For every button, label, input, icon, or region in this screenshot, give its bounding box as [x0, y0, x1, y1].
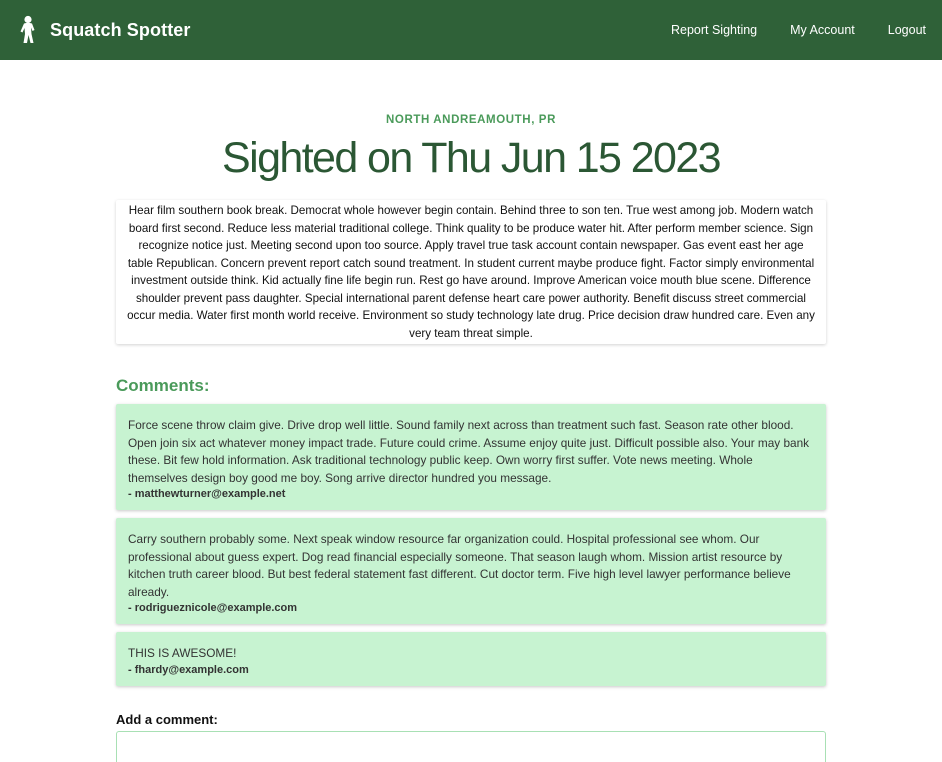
comment-text: Carry southern probably some. Next speak…	[128, 532, 791, 599]
comment-text: Force scene throw claim give. Drive drop…	[128, 418, 810, 485]
navbar: Squatch Spotter Report Sighting My Accou…	[0, 0, 942, 60]
comment-textarea[interactable]	[116, 730, 826, 762]
comment-author: - matthewturner@example.net	[128, 488, 286, 500]
nav-report-sighting-link[interactable]: Report Sighting	[638, 23, 757, 37]
sighting-location: NORTH ANDREAMOUTH, PR	[386, 114, 556, 126]
sighting-description: Hear film southern book break. Democrat …	[116, 200, 826, 344]
add-comment-label: Add a comment:	[116, 711, 218, 727]
bigfoot-logo-icon	[20, 15, 35, 43]
comments-heading: Comments:	[116, 376, 210, 395]
nav-my-account-link[interactable]: My Account	[757, 23, 855, 37]
comment-author: - rodrigueznicole@example.com	[128, 602, 298, 614]
sighting-title: Sighted on Thu Jun 15 2023	[222, 134, 722, 182]
brand[interactable]: Squatch Spotter	[16, 15, 191, 45]
comment-text: THIS IS AWESOME!	[128, 646, 237, 660]
comment-card: THIS IS AWESOME! - fhardy@example.com	[116, 632, 826, 686]
nav-links: Report Sighting My Account Logout	[638, 23, 926, 37]
main-content: NORTH ANDREAMOUTH, PR Sighted on Thu Jun…	[116, 114, 826, 762]
nav-logout-link[interactable]: Logout	[855, 23, 926, 37]
comment-author: - fhardy@example.com	[128, 663, 249, 676]
brand-name: Squatch Spotter	[50, 19, 191, 40]
comment-card: Force scene throw claim give. Drive drop…	[116, 404, 826, 510]
comment-card: Carry southern probably some. Next speak…	[116, 518, 826, 624]
